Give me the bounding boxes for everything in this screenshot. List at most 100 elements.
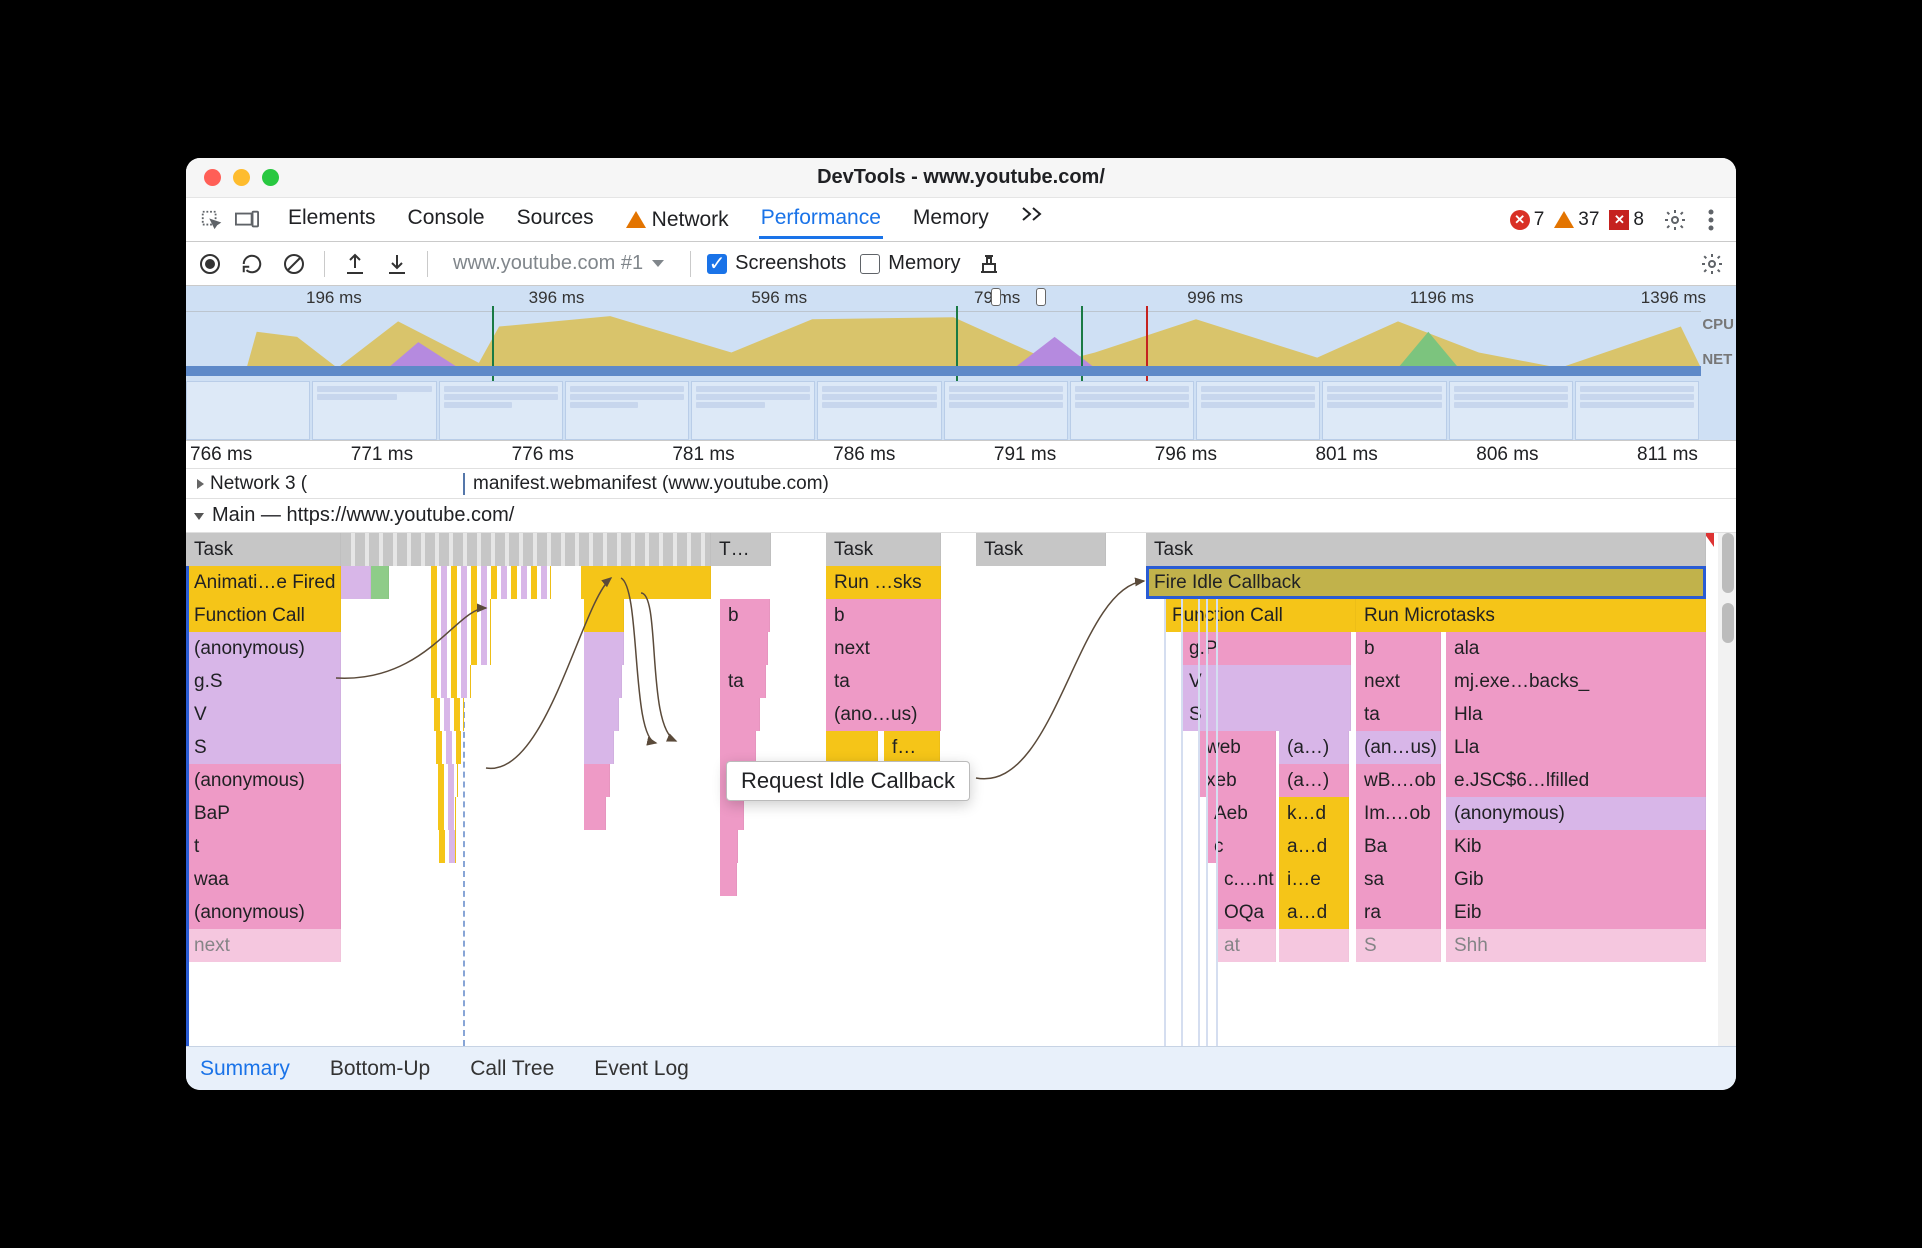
- tab-console[interactable]: Console: [406, 200, 487, 239]
- tab-elements[interactable]: Elements: [286, 200, 378, 239]
- flame-scrollbar[interactable]: [1718, 533, 1736, 1046]
- tab-performance[interactable]: Performance: [759, 200, 883, 239]
- flame-cell[interactable]: Ba: [1356, 830, 1441, 863]
- flame-cell[interactable]: [584, 764, 610, 797]
- main-track-header[interactable]: Main — https://www.youtube.com/: [186, 499, 1736, 533]
- flame-cell[interactable]: Task: [976, 533, 1106, 566]
- flame-cell[interactable]: Im.…ob: [1356, 797, 1441, 830]
- flame-cell[interactable]: next: [1356, 665, 1441, 698]
- flame-cell[interactable]: [341, 533, 711, 566]
- flame-cell[interactable]: e.JSC$6…lfilled: [1446, 764, 1706, 797]
- network-request-bar[interactable]: manifest.webmanifest (www.youtube.com): [463, 473, 829, 495]
- flame-cell[interactable]: [584, 731, 614, 764]
- close-icon[interactable]: [204, 169, 221, 186]
- tab-summary[interactable]: Summary: [200, 1057, 290, 1081]
- flame-cell[interactable]: wB.…ob: [1356, 764, 1441, 797]
- time-ruler[interactable]: 766 ms 771 ms 776 ms 781 ms 786 ms 791 m…: [186, 441, 1736, 469]
- inspect-icon[interactable]: [196, 205, 226, 235]
- flame-cell[interactable]: [581, 566, 711, 599]
- flame-cell[interactable]: Kib: [1446, 830, 1706, 863]
- flame-cell[interactable]: [720, 830, 738, 863]
- flame-cell[interactable]: Task: [186, 533, 341, 566]
- flame-cell[interactable]: [431, 665, 471, 698]
- flame-cell[interactable]: sa: [1356, 863, 1441, 896]
- errors-counter[interactable]: ✕ 7: [1510, 209, 1545, 231]
- flame-cell[interactable]: a…d: [1279, 896, 1349, 929]
- flame-cell[interactable]: S: [1356, 929, 1441, 962]
- blocked-counter[interactable]: ✕ 8: [1609, 209, 1644, 231]
- flame-cell[interactable]: waa: [186, 863, 341, 896]
- flame-cell[interactable]: ta: [826, 665, 941, 698]
- flame-cell[interactable]: xeb: [1198, 764, 1276, 797]
- device-icon[interactable]: [232, 205, 262, 235]
- flame-cell[interactable]: web: [1198, 731, 1276, 764]
- record-icon[interactable]: [196, 250, 224, 278]
- flame-cell[interactable]: (ano…us): [826, 698, 941, 731]
- flame-cell[interactable]: [434, 698, 464, 731]
- maximize-icon[interactable]: [262, 169, 279, 186]
- tab-sources[interactable]: Sources: [515, 200, 596, 239]
- flame-cell[interactable]: [431, 632, 491, 665]
- flame-cell[interactable]: (anonymous): [186, 764, 341, 797]
- flame-cell[interactable]: Lla: [1446, 731, 1706, 764]
- tab-memory[interactable]: Memory: [911, 200, 991, 239]
- flame-cell[interactable]: b: [1356, 632, 1441, 665]
- flame-cell[interactable]: V: [186, 698, 341, 731]
- flame-cell[interactable]: b: [826, 599, 941, 632]
- flame-cell[interactable]: k…d: [1279, 797, 1349, 830]
- flame-cell[interactable]: ra: [1356, 896, 1441, 929]
- flame-cell[interactable]: ala: [1446, 632, 1706, 665]
- flame-cell[interactable]: Function Call: [1164, 599, 1356, 632]
- flame-cell[interactable]: Task: [1146, 533, 1706, 566]
- flame-cell[interactable]: [371, 566, 389, 599]
- flame-cell[interactable]: Run Microtasks: [1356, 599, 1706, 632]
- flame-cell[interactable]: (anonymous): [1446, 797, 1706, 830]
- flame-cell[interactable]: (anonymous): [186, 896, 341, 929]
- flame-cell[interactable]: [341, 566, 371, 599]
- timeline-overview[interactable]: 196 ms 396 ms 596 ms 79 ms 996 ms 1196 m…: [186, 286, 1736, 441]
- flame-cell[interactable]: [431, 599, 491, 632]
- minimize-icon[interactable]: [233, 169, 250, 186]
- tab-bottom-up[interactable]: Bottom-Up: [330, 1057, 430, 1081]
- network-track[interactable]: Network 3 ( manifest.webmanifest (www.yo…: [186, 469, 1736, 499]
- tab-call-tree[interactable]: Call Tree: [470, 1057, 554, 1081]
- flame-cell[interactable]: next: [186, 929, 341, 962]
- flame-cell[interactable]: [584, 797, 606, 830]
- flame-cell[interactable]: next: [826, 632, 941, 665]
- tab-network[interactable]: Network: [624, 200, 731, 239]
- flame-cell[interactable]: [584, 698, 619, 731]
- panel-settings-icon[interactable]: [1698, 250, 1726, 278]
- flame-cell[interactable]: [438, 764, 458, 797]
- flame-cell[interactable]: Hla: [1446, 698, 1706, 731]
- memory-checkbox[interactable]: Memory: [860, 252, 960, 275]
- flame-cell[interactable]: Task: [826, 533, 941, 566]
- flame-cell[interactable]: [826, 731, 878, 764]
- recording-selector[interactable]: www.youtube.com #1: [444, 249, 674, 278]
- kebab-icon[interactable]: [1696, 205, 1726, 235]
- flame-cell[interactable]: Eib: [1446, 896, 1706, 929]
- flame-cell[interactable]: [720, 698, 760, 731]
- flame-cell[interactable]: OQa: [1216, 896, 1276, 929]
- flame-cell[interactable]: ta: [1356, 698, 1441, 731]
- flame-cell[interactable]: f…: [884, 731, 940, 764]
- tab-event-log[interactable]: Event Log: [594, 1057, 689, 1081]
- scrollbar-thumb[interactable]: [1722, 603, 1734, 643]
- overview-window-right-handle[interactable]: [1036, 288, 1046, 306]
- overview-window-left-handle[interactable]: [991, 288, 1001, 306]
- flame-cell[interactable]: Gib: [1446, 863, 1706, 896]
- warnings-counter[interactable]: 37: [1554, 209, 1599, 231]
- tab-overflow-icon[interactable]: [1019, 200, 1045, 239]
- gc-icon[interactable]: [975, 250, 1003, 278]
- flame-cell[interactable]: [439, 830, 456, 863]
- flame-cell[interactable]: [431, 566, 551, 599]
- flame-cell[interactable]: (an…us): [1356, 731, 1441, 764]
- settings-icon[interactable]: [1660, 205, 1690, 235]
- reload-icon[interactable]: [238, 250, 266, 278]
- flame-cell[interactable]: [720, 731, 756, 764]
- flame-cell[interactable]: at: [1216, 929, 1276, 962]
- flame-cell[interactable]: a…d: [1279, 830, 1349, 863]
- clear-icon[interactable]: [280, 250, 308, 278]
- flame-cell[interactable]: [720, 797, 744, 830]
- flame-cell[interactable]: [584, 665, 622, 698]
- flame-cell[interactable]: S: [186, 731, 341, 764]
